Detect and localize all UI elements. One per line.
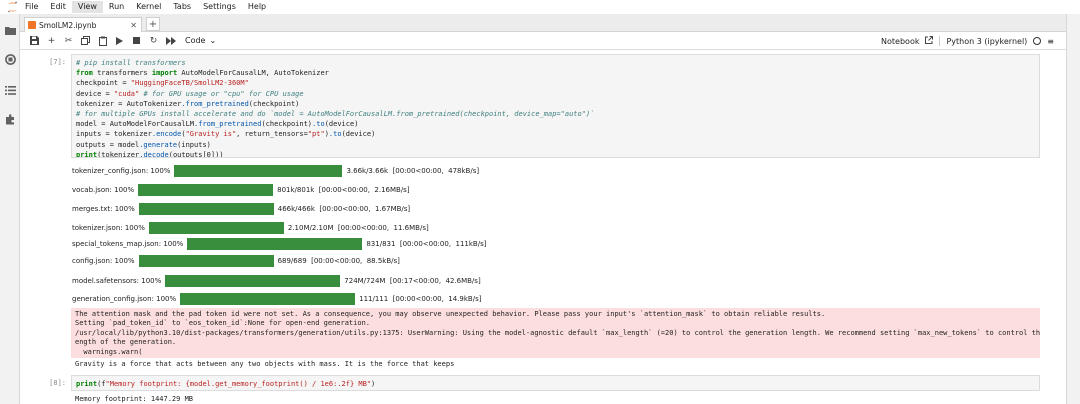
progress-bar bbox=[148, 222, 284, 234]
separator bbox=[939, 36, 941, 46]
download-progress-row: tokenizer_config.json: 100% 3.66k/3.66k [… bbox=[72, 165, 479, 177]
menu-bar: File Edit View Run Kernel Tabs Settings … bbox=[0, 0, 1080, 14]
download-progress-row: special_tokens_map.json: 100% 831/831 [00… bbox=[72, 238, 486, 250]
fast-forward-icon[interactable] bbox=[162, 34, 179, 48]
download-label: tokenizer_config.json: 100% bbox=[72, 167, 171, 175]
right-sidebar bbox=[1066, 14, 1080, 404]
download-stats: 111/111 [00:00<00:00, 14.9kB/s] bbox=[359, 295, 482, 303]
stderr-line: Setting `pad_token_id` to `eos_token_id`… bbox=[75, 319, 371, 328]
code-line: print(f"Memory footprint: {model.get_mem… bbox=[76, 380, 376, 388]
code-cell[interactable]: # pip install transformers from transform… bbox=[71, 54, 1040, 158]
tab-bar: SmolLM2.ipynb ✕ + bbox=[20, 14, 1066, 32]
code-line: from transformers import AutoModelForCau… bbox=[76, 69, 329, 78]
stderr-line: warnings.warn( bbox=[75, 347, 143, 356]
download-label: special_tokens_map.json: 100% bbox=[72, 240, 184, 248]
menu-tabs[interactable]: Tabs bbox=[167, 1, 197, 13]
menu-file[interactable]: File bbox=[19, 1, 44, 13]
stop-icon[interactable] bbox=[128, 34, 145, 48]
notebook-toolbar: + ✂ ↻ Code ⌄ Notebook Python 3 (ipykerne… bbox=[20, 32, 1066, 50]
cell-type-select[interactable]: Code ⌄ bbox=[185, 36, 216, 45]
stderr-line: The attention mask and the pad token id … bbox=[75, 310, 826, 318]
progress-bar bbox=[165, 275, 341, 287]
download-label: model.safetensors: 100% bbox=[72, 277, 162, 285]
run-icon[interactable] bbox=[111, 34, 128, 48]
progress-bar bbox=[138, 184, 274, 196]
download-stats: 3.66k/3.66k [00:00<00:00, 478kB/s] bbox=[346, 167, 480, 175]
table-of-contents-icon[interactable] bbox=[3, 83, 17, 97]
cell-prompt-2: [8]: bbox=[49, 379, 66, 387]
copy-icon[interactable] bbox=[77, 34, 94, 48]
download-progress-row: generation_config.json: 100% 111/111 [00:… bbox=[72, 293, 481, 305]
code-cell-2[interactable]: print(f"Memory footprint: {model.get_mem… bbox=[71, 375, 1040, 391]
download-progress-row: tokenizer.json: 100% 2.10M/2.10M [00:00<0… bbox=[72, 222, 429, 234]
running-kernels-icon[interactable] bbox=[3, 52, 17, 66]
extensions-puzzle-icon[interactable] bbox=[3, 112, 17, 126]
code-line: # for multiple GPUs install accelerate a… bbox=[76, 110, 595, 119]
notebook-panel: [7]: # pip install transformers from tran… bbox=[20, 50, 1066, 404]
code-line: print(tokenizer.decode(outputs[0])) bbox=[76, 150, 224, 158]
menu-lines-icon[interactable]: ≡ bbox=[1047, 37, 1054, 46]
download-progress-row: config.json: 100% 689/689 [00:00<00:00, 8… bbox=[72, 255, 400, 267]
menu-settings[interactable]: Settings bbox=[197, 1, 242, 13]
download-stats: 801k/801k [00:00<00:00, 2.16MB/s] bbox=[277, 186, 410, 194]
stdout-output-2: Memory footprint: 1447.29 MB bbox=[75, 395, 194, 403]
download-stats: 689/689 [00:00<00:00, 88.5kB/s] bbox=[277, 257, 400, 265]
cut-icon[interactable]: ✂ bbox=[60, 34, 77, 48]
kernel-name[interactable]: Python 3 (ipykernel) bbox=[946, 37, 1027, 46]
menu-help[interactable]: Help bbox=[242, 1, 272, 13]
code-line: device = "cuda" # for GPU usage or "cpu"… bbox=[76, 89, 304, 98]
progress-bar bbox=[138, 203, 274, 215]
code-line: model = AutoModelForCausalLM.from_pretra… bbox=[76, 120, 359, 129]
code-line: outputs = model.generate(inputs) bbox=[76, 140, 211, 149]
kernel-status-icon bbox=[1033, 37, 1042, 45]
download-label: tokenizer.json: 100% bbox=[72, 224, 145, 232]
folder-icon[interactable] bbox=[3, 23, 17, 37]
download-progress-row: merges.txt: 100% 466k/466k [00:00<00:00, … bbox=[72, 203, 410, 215]
menu-kernel[interactable]: Kernel bbox=[130, 1, 167, 13]
download-progress-row: model.safetensors: 100% 724M/724M [00:17<… bbox=[72, 275, 481, 287]
save-icon[interactable] bbox=[26, 34, 43, 48]
cell-type-value: Code bbox=[185, 36, 206, 45]
menu-run[interactable]: Run bbox=[103, 1, 130, 13]
download-progress-row: vocab.json: 100% 801k/801k [00:00<00:00, … bbox=[72, 184, 410, 196]
code-line: # pip install transformers bbox=[76, 59, 186, 67]
stderr-output: The attention mask and the pad token id … bbox=[71, 308, 1040, 358]
notebook-label[interactable]: Notebook bbox=[881, 37, 919, 46]
progress-bar bbox=[174, 165, 343, 177]
tab-title: SmolLM2.ipynb bbox=[39, 20, 97, 30]
add-tab-button[interactable]: + bbox=[146, 17, 160, 31]
stdout-output: Gravity is a force that acts between any… bbox=[75, 360, 455, 368]
progress-bar bbox=[180, 293, 356, 305]
open-external-icon[interactable] bbox=[925, 36, 934, 46]
stderr-line: /usr/local/lib/python3.10/dist-packages/… bbox=[75, 328, 1040, 337]
code-line: tokenizer = AutoTokenizer.from_pretraine… bbox=[76, 99, 300, 108]
code-line: inputs = tokenizer.encode("Gravity is", … bbox=[76, 130, 376, 139]
progress-bar bbox=[187, 238, 363, 250]
chevron-down-icon: ⌄ bbox=[209, 36, 217, 45]
code-line: checkpoint = "HuggingFaceTB/SmolLM2-360M… bbox=[76, 79, 249, 88]
download-label: vocab.json: 100% bbox=[72, 186, 135, 194]
menu-view[interactable]: View bbox=[71, 1, 103, 13]
restart-icon[interactable]: ↻ bbox=[145, 34, 162, 48]
download-label: merges.txt: 100% bbox=[72, 205, 135, 213]
download-label: generation_config.json: 100% bbox=[72, 295, 177, 303]
jupyter-logo-icon bbox=[5, 0, 19, 14]
notebook-tab[interactable]: SmolLM2.ipynb ✕ bbox=[24, 17, 142, 32]
cell-prompt: [7]: bbox=[49, 58, 66, 66]
left-sidebar bbox=[0, 14, 20, 404]
paste-icon[interactable] bbox=[94, 34, 111, 48]
progress-bar bbox=[138, 255, 274, 267]
download-stats: 831/831 [00:00<00:00, 111kB/s] bbox=[366, 240, 487, 248]
download-stats: 2.10M/2.10M [00:00<00:00, 11.6MB/s] bbox=[287, 224, 429, 232]
insert-cell-icon[interactable]: + bbox=[43, 34, 60, 48]
close-icon[interactable]: ✕ bbox=[130, 21, 137, 30]
download-label: config.json: 100% bbox=[72, 257, 135, 265]
stderr-line: ength of the generation. bbox=[75, 338, 177, 347]
download-stats: 466k/466k [00:00<00:00, 1.67MB/s] bbox=[277, 205, 411, 213]
download-stats: 724M/724M [00:17<00:00, 42.6MB/s] bbox=[344, 277, 481, 285]
notebook-file-icon bbox=[28, 21, 36, 29]
menu-edit[interactable]: Edit bbox=[44, 1, 72, 13]
